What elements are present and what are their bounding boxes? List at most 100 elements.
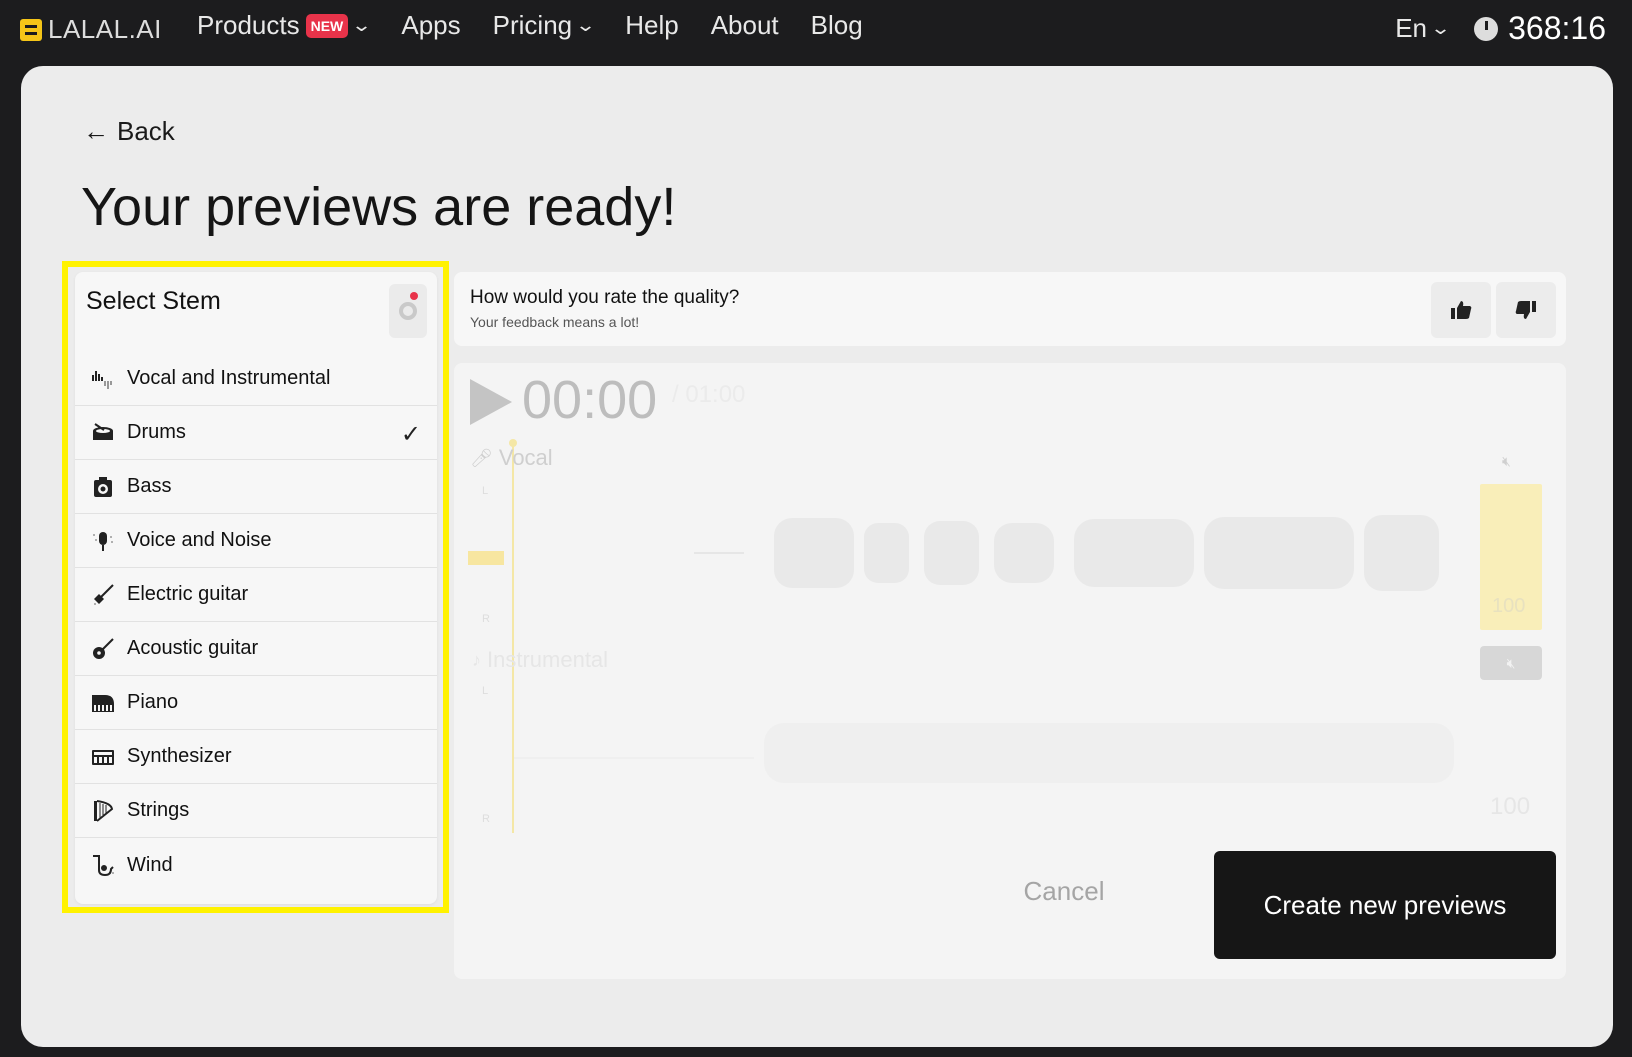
speaker-muted-icon: 🔇︎ <box>1506 654 1516 671</box>
stem-item-synthesizer[interactable]: Synthesizer <box>75 730 437 784</box>
stem-label: Strings <box>127 799 190 821</box>
stem-panel: Select Stem Vocal and Instrumental Drums… <box>75 272 437 904</box>
back-label: Back <box>117 116 175 146</box>
stem-label: Electric guitar <box>127 583 249 605</box>
minutes-timer[interactable]: 368:16 <box>1474 10 1606 47</box>
arrow-left-icon: ← <box>83 116 109 146</box>
channel-right-label: R <box>482 813 490 825</box>
nav-apps-label: Apps <box>401 10 461 40</box>
chevron-down-icon: ⌄ <box>575 15 597 35</box>
waveform-icon <box>91 367 115 391</box>
back-link[interactable]: ← Back <box>83 116 175 147</box>
track-vocal-label: 🎤︎ Vocal <box>470 445 553 471</box>
main-card: ← Back Your previews are ready! Select S… <box>21 66 1613 1047</box>
nav-right: En ⌄ 368:16 <box>1395 10 1606 47</box>
thumbs-up-icon <box>1451 301 1472 319</box>
quality-rating-bar: How would you rate the quality? Your fee… <box>454 272 1566 346</box>
language-selector[interactable]: En ⌄ <box>1395 13 1452 44</box>
logo-text: LALAL.AI <box>48 14 162 44</box>
vocal-track-marker <box>468 551 504 565</box>
stem-item-electric-guitar[interactable]: Electric guitar <box>75 568 437 622</box>
drum-icon <box>91 421 115 445</box>
timer-value: 368:16 <box>1508 10 1606 46</box>
nav-about-label: About <box>710 10 779 40</box>
stem-label: Vocal and Instrumental <box>127 367 331 389</box>
stem-item-vocal-and-instrumental[interactable]: Vocal and Instrumental <box>75 352 437 406</box>
stem-item-strings[interactable]: Strings <box>75 784 437 838</box>
instrumental-waveform <box>514 723 1454 783</box>
logo-mark-icon <box>20 18 42 41</box>
stem-item-wind[interactable]: Wind <box>75 838 437 892</box>
nav-about[interactable]: About <box>711 10 779 41</box>
stem-label: Bass <box>127 475 172 497</box>
rating-subtitle: Your feedback means a lot! <box>470 314 640 330</box>
wind-instrument-icon <box>91 853 115 877</box>
stem-item-voice-and-noise[interactable]: Voice and Noise <box>75 514 437 568</box>
harp-icon <box>91 799 115 823</box>
channel-right-label: R <box>482 613 490 625</box>
synthesizer-icon <box>91 745 115 769</box>
play-button[interactable] <box>468 377 514 432</box>
instrumental-mute-button[interactable]: 🔇︎ <box>1480 646 1542 680</box>
stem-label: Voice and Noise <box>127 529 272 551</box>
current-time: 00:00 <box>522 370 658 430</box>
top-navigation: LALAL.AI Products NEW ⌄ Apps Pricing ⌄ H… <box>0 0 1632 60</box>
track-vocal-name: Vocal <box>498 445 553 470</box>
microphone-noise-icon <box>91 529 115 553</box>
nav-blog-label: Blog <box>810 10 863 40</box>
nav-pricing-label: Pricing <box>492 10 573 40</box>
electric-guitar-icon <box>91 583 115 607</box>
chevron-down-icon: ⌄ <box>1430 18 1452 38</box>
notification-dot <box>410 292 418 300</box>
nav-products[interactable]: Products NEW ⌄ <box>197 10 373 41</box>
speaker-muted-icon[interactable]: 🔇︎ <box>1502 453 1511 470</box>
stem-label: Acoustic guitar <box>127 637 259 659</box>
thumbs-down-icon <box>1515 301 1536 319</box>
stem-settings-button[interactable] <box>389 284 427 338</box>
nav-products-label: Products <box>197 10 300 40</box>
microphone-icon: 🎤︎ <box>470 447 493 468</box>
track-instrumental-name: Instrumental <box>487 647 609 672</box>
chevron-down-icon: ⌄ <box>351 15 373 35</box>
cancel-button[interactable]: Cancel <box>994 876 1134 907</box>
nav-blog[interactable]: Blog <box>811 10 863 41</box>
acoustic-guitar-icon <box>91 637 115 661</box>
stem-panel-title: Select Stem <box>86 287 221 315</box>
rating-question: How would you rate the quality? <box>470 287 740 308</box>
stem-label: Synthesizer <box>127 745 232 767</box>
channel-left-label: L <box>482 685 489 697</box>
clock-icon <box>1474 16 1499 41</box>
nav-help-label: Help <box>625 10 679 40</box>
nav-help[interactable]: Help <box>625 10 678 41</box>
stem-item-acoustic-guitar[interactable]: Acoustic guitar <box>75 622 437 676</box>
channel-left-label: L <box>482 485 489 497</box>
thumbs-down-button[interactable] <box>1496 282 1556 338</box>
vocal-volume-value: 100 <box>1492 595 1526 617</box>
logo[interactable]: LALAL.AI <box>20 14 162 45</box>
stem-label: Piano <box>127 691 179 713</box>
stem-item-piano[interactable]: Piano <box>75 676 437 730</box>
play-icon <box>470 379 512 425</box>
nav-apps[interactable]: Apps <box>401 10 460 41</box>
piano-icon <box>91 691 115 715</box>
stem-label: Drums <box>127 421 186 443</box>
new-badge: NEW <box>305 13 349 38</box>
language-label: En <box>1395 13 1428 43</box>
music-note-icon: ♪ <box>472 649 481 670</box>
thumbs-up-button[interactable] <box>1431 282 1491 338</box>
stem-item-bass[interactable]: Bass <box>75 460 437 514</box>
nav-pricing[interactable]: Pricing ⌄ <box>492 10 597 41</box>
checkmark-icon: ✓ <box>400 421 421 448</box>
create-new-previews-button[interactable]: Create new previews <box>1214 851 1556 959</box>
stem-item-drums[interactable]: Drums ✓ <box>75 406 437 460</box>
nav-links: Products NEW ⌄ Apps Pricing ⌄ Help About… <box>197 10 863 41</box>
gear-icon <box>399 302 417 320</box>
vocal-waveform <box>694 515 1439 591</box>
stem-label: Wind <box>127 853 173 876</box>
total-duration: / 01:00 <box>672 381 746 408</box>
track-instrumental-label: ♪ Instrumental <box>472 647 608 673</box>
audio-player: 00:00 / 01:00 🎤︎ Vocal L R 100 🔇︎ 🔇︎ ♪ I… <box>454 363 1566 979</box>
stem-list: Vocal and Instrumental Drums ✓ Bass Voic… <box>75 352 437 892</box>
instrumental-volume-value: 100 <box>1490 793 1531 820</box>
bass-amp-icon <box>91 475 115 499</box>
